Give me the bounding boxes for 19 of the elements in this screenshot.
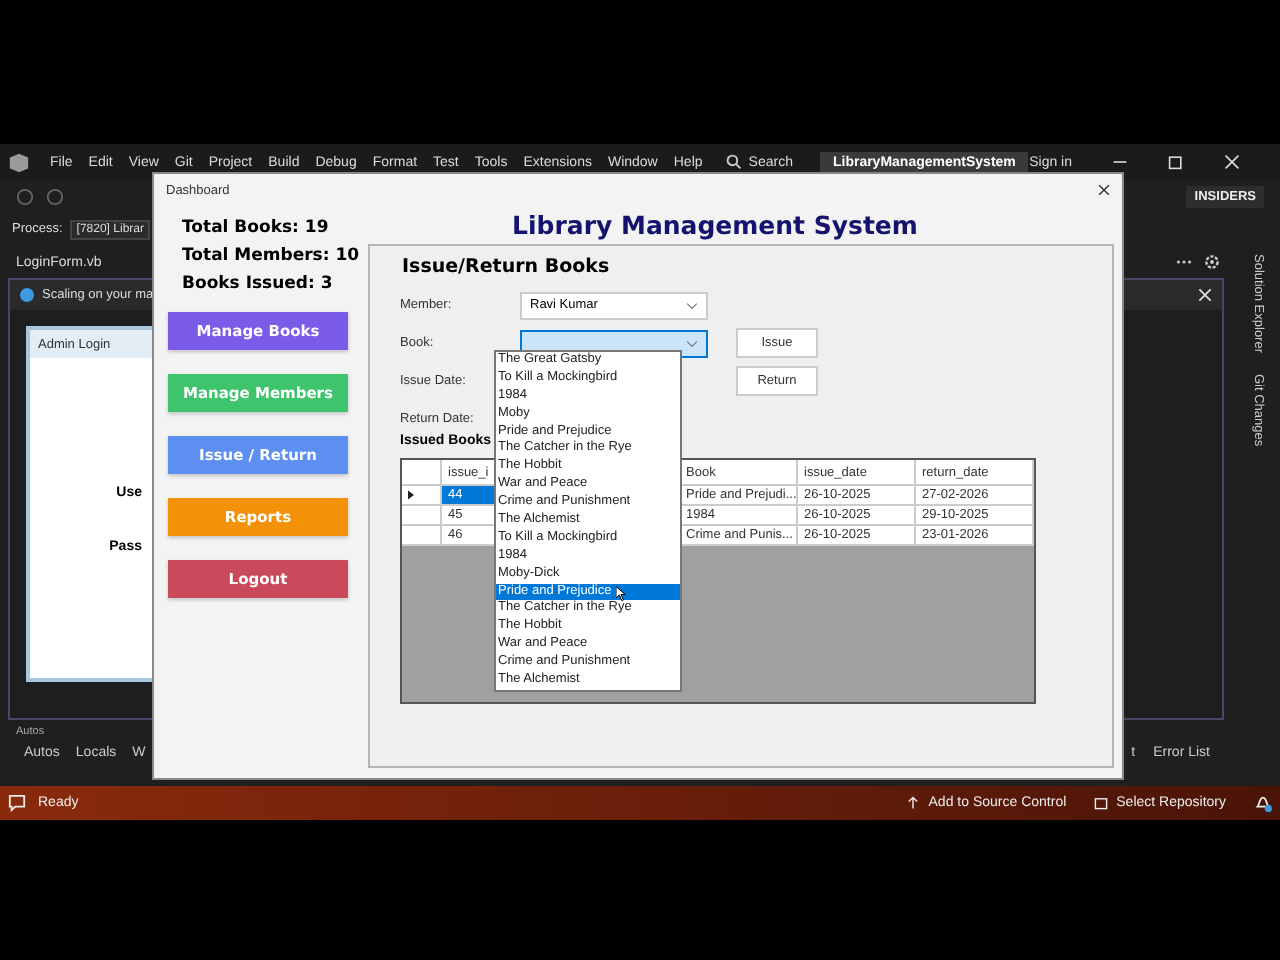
- comment-icon[interactable]: [8, 794, 26, 812]
- close-icon[interactable]: [1098, 184, 1110, 196]
- up-arrow-icon: [906, 796, 921, 810]
- mouse-cursor-icon: [616, 586, 626, 602]
- settings-icon[interactable]: [1204, 254, 1220, 270]
- section-title: Issue/Return Books: [400, 256, 612, 282]
- chevron-down-icon: [686, 339, 698, 347]
- more-icon[interactable]: [1176, 258, 1192, 266]
- search-icon: [726, 154, 743, 170]
- stat-text: Total Members: 10: [180, 244, 362, 270]
- chevron-down-icon: [686, 301, 698, 309]
- app-logo-icon: [8, 151, 30, 173]
- stat-text: Books Issued: 3: [180, 272, 335, 298]
- app-title: Library Management System: [510, 208, 920, 244]
- info-icon: [20, 288, 34, 302]
- repository-icon: [1094, 796, 1109, 810]
- restore-icon[interactable]: [1168, 154, 1184, 170]
- bell-icon[interactable]: [1254, 794, 1272, 812]
- stat-text: Total Books: 19: [180, 216, 331, 242]
